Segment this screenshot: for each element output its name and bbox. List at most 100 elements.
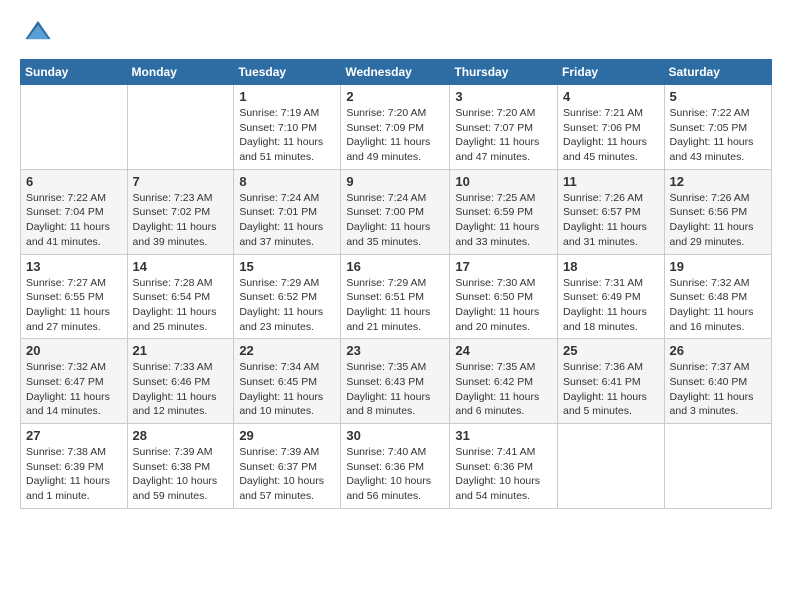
- day-number: 25: [563, 343, 659, 358]
- day-number: 5: [670, 89, 766, 104]
- column-header-tuesday: Tuesday: [234, 60, 341, 85]
- calendar-cell: 6 Sunrise: 7:22 AMSunset: 7:04 PMDaylight…: [21, 169, 128, 254]
- day-info: Sunrise: 7:29 AMSunset: 6:51 PMDaylight:…: [346, 276, 444, 335]
- day-info: Sunrise: 7:31 AMSunset: 6:49 PMDaylight:…: [563, 276, 659, 335]
- day-number: 19: [670, 259, 766, 274]
- calendar-cell: [558, 424, 665, 509]
- page: SundayMondayTuesdayWednesdayThursdayFrid…: [0, 0, 792, 612]
- day-number: 3: [455, 89, 552, 104]
- calendar-cell: 9 Sunrise: 7:24 AMSunset: 7:00 PMDaylight…: [341, 169, 450, 254]
- calendar-cell: 15Sunrise: 7:29 AMSunset: 6:52 PMDayligh…: [234, 254, 341, 339]
- calendar-week-1: 1 Sunrise: 7:19 AMSunset: 7:10 PMDaylight…: [21, 85, 772, 170]
- column-header-sunday: Sunday: [21, 60, 128, 85]
- calendar-week-2: 6 Sunrise: 7:22 AMSunset: 7:04 PMDaylight…: [21, 169, 772, 254]
- day-info: Sunrise: 7:23 AMSunset: 7:02 PMDaylight:…: [133, 191, 229, 250]
- day-info: Sunrise: 7:27 AMSunset: 6:55 PMDaylight:…: [26, 276, 122, 335]
- day-number: 13: [26, 259, 122, 274]
- day-info: Sunrise: 7:25 AMSunset: 6:59 PMDaylight:…: [455, 191, 552, 250]
- calendar-cell: 17 Sunrise: 7:30 AMSunset: 6:50 PMDayligh…: [450, 254, 558, 339]
- calendar-cell: 22 Sunrise: 7:34 AMSunset: 6:45 PMDayligh…: [234, 339, 341, 424]
- calendar-cell: 11 Sunrise: 7:26 AMSunset: 6:57 PMDayligh…: [558, 169, 665, 254]
- day-number: 6: [26, 174, 122, 189]
- day-info: Sunrise: 7:34 AMSunset: 6:45 PMDaylight:…: [239, 360, 335, 419]
- day-info: Sunrise: 7:21 AMSunset: 7:06 PMDaylight:…: [563, 106, 659, 165]
- day-info: Sunrise: 7:20 AMSunset: 7:09 PMDaylight:…: [346, 106, 444, 165]
- calendar-week-5: 27Sunrise: 7:38 AMSunset: 6:39 PMDayligh…: [21, 424, 772, 509]
- day-number: 2: [346, 89, 444, 104]
- calendar-cell: 5 Sunrise: 7:22 AMSunset: 7:05 PMDaylight…: [664, 85, 771, 170]
- day-info: Sunrise: 7:32 AMSunset: 6:48 PMDaylight:…: [670, 276, 766, 335]
- day-info: Sunrise: 7:30 AMSunset: 6:50 PMDaylight:…: [455, 276, 552, 335]
- calendar-cell: 4 Sunrise: 7:21 AMSunset: 7:06 PMDaylight…: [558, 85, 665, 170]
- column-header-friday: Friday: [558, 60, 665, 85]
- calendar-cell: 1 Sunrise: 7:19 AMSunset: 7:10 PMDaylight…: [234, 85, 341, 170]
- day-number: 28: [133, 428, 229, 443]
- day-info: Sunrise: 7:28 AMSunset: 6:54 PMDaylight:…: [133, 276, 229, 335]
- calendar-cell: 29 Sunrise: 7:39 AMSunset: 6:37 PMDayligh…: [234, 424, 341, 509]
- day-number: 18: [563, 259, 659, 274]
- day-number: 22: [239, 343, 335, 358]
- day-info: Sunrise: 7:19 AMSunset: 7:10 PMDaylight:…: [239, 106, 335, 165]
- header: [20, 16, 772, 49]
- day-info: Sunrise: 7:32 AMSunset: 6:47 PMDaylight:…: [26, 360, 122, 419]
- day-number: 30: [346, 428, 444, 443]
- column-header-wednesday: Wednesday: [341, 60, 450, 85]
- column-header-saturday: Saturday: [664, 60, 771, 85]
- calendar-cell: 26 Sunrise: 7:37 AMSunset: 6:40 PMDayligh…: [664, 339, 771, 424]
- day-number: 26: [670, 343, 766, 358]
- calendar-cell: 14 Sunrise: 7:28 AMSunset: 6:54 PMDayligh…: [127, 254, 234, 339]
- day-info: Sunrise: 7:38 AMSunset: 6:39 PMDaylight:…: [26, 445, 122, 504]
- calendar-cell: 21 Sunrise: 7:33 AMSunset: 6:46 PMDayligh…: [127, 339, 234, 424]
- logo: [20, 16, 54, 49]
- calendar-cell: 30 Sunrise: 7:40 AMSunset: 6:36 PMDayligh…: [341, 424, 450, 509]
- calendar-week-4: 20 Sunrise: 7:32 AMSunset: 6:47 PMDayligh…: [21, 339, 772, 424]
- day-number: 1: [239, 89, 335, 104]
- calendar-cell: 12Sunrise: 7:26 AMSunset: 6:56 PMDayligh…: [664, 169, 771, 254]
- calendar-cell: 2 Sunrise: 7:20 AMSunset: 7:09 PMDaylight…: [341, 85, 450, 170]
- day-number: 15: [239, 259, 335, 274]
- day-info: Sunrise: 7:24 AMSunset: 7:00 PMDaylight:…: [346, 191, 444, 250]
- day-number: 10: [455, 174, 552, 189]
- day-info: Sunrise: 7:26 AMSunset: 6:57 PMDaylight:…: [563, 191, 659, 250]
- day-number: 21: [133, 343, 229, 358]
- day-info: Sunrise: 7:24 AMSunset: 7:01 PMDaylight:…: [239, 191, 335, 250]
- day-number: 20: [26, 343, 122, 358]
- calendar-header-row: SundayMondayTuesdayWednesdayThursdayFrid…: [21, 60, 772, 85]
- day-number: 4: [563, 89, 659, 104]
- day-info: Sunrise: 7:37 AMSunset: 6:40 PMDaylight:…: [670, 360, 766, 419]
- column-header-monday: Monday: [127, 60, 234, 85]
- day-number: 16: [346, 259, 444, 274]
- calendar-cell: 13 Sunrise: 7:27 AMSunset: 6:55 PMDayligh…: [21, 254, 128, 339]
- calendar-cell: 25 Sunrise: 7:36 AMSunset: 6:41 PMDayligh…: [558, 339, 665, 424]
- day-number: 14: [133, 259, 229, 274]
- day-info: Sunrise: 7:20 AMSunset: 7:07 PMDaylight:…: [455, 106, 552, 165]
- day-info: Sunrise: 7:39 AMSunset: 6:37 PMDaylight:…: [239, 445, 335, 504]
- calendar-cell: 20 Sunrise: 7:32 AMSunset: 6:47 PMDayligh…: [21, 339, 128, 424]
- day-info: Sunrise: 7:40 AMSunset: 6:36 PMDaylight:…: [346, 445, 444, 504]
- calendar-cell: 10 Sunrise: 7:25 AMSunset: 6:59 PMDayligh…: [450, 169, 558, 254]
- calendar-cell: 18 Sunrise: 7:31 AMSunset: 6:49 PMDayligh…: [558, 254, 665, 339]
- calendar-cell: 28 Sunrise: 7:39 AMSunset: 6:38 PMDayligh…: [127, 424, 234, 509]
- calendar-table: SundayMondayTuesdayWednesdayThursdayFrid…: [20, 59, 772, 509]
- calendar-cell: 3 Sunrise: 7:20 AMSunset: 7:07 PMDaylight…: [450, 85, 558, 170]
- calendar-cell: 19 Sunrise: 7:32 AMSunset: 6:48 PMDayligh…: [664, 254, 771, 339]
- calendar-cell: 8 Sunrise: 7:24 AMSunset: 7:01 PMDaylight…: [234, 169, 341, 254]
- calendar-cell: 7 Sunrise: 7:23 AMSunset: 7:02 PMDaylight…: [127, 169, 234, 254]
- day-info: Sunrise: 7:22 AMSunset: 7:04 PMDaylight:…: [26, 191, 122, 250]
- day-number: 11: [563, 174, 659, 189]
- day-info: Sunrise: 7:33 AMSunset: 6:46 PMDaylight:…: [133, 360, 229, 419]
- day-number: 9: [346, 174, 444, 189]
- day-info: Sunrise: 7:22 AMSunset: 7:05 PMDaylight:…: [670, 106, 766, 165]
- day-number: 8: [239, 174, 335, 189]
- day-number: 29: [239, 428, 335, 443]
- day-info: Sunrise: 7:41 AMSunset: 6:36 PMDaylight:…: [455, 445, 552, 504]
- day-number: 12: [670, 174, 766, 189]
- day-number: 17: [455, 259, 552, 274]
- day-number: 7: [133, 174, 229, 189]
- day-info: Sunrise: 7:39 AMSunset: 6:38 PMDaylight:…: [133, 445, 229, 504]
- calendar-cell: [664, 424, 771, 509]
- day-number: 24: [455, 343, 552, 358]
- day-info: Sunrise: 7:36 AMSunset: 6:41 PMDaylight:…: [563, 360, 659, 419]
- day-info: Sunrise: 7:35 AMSunset: 6:42 PMDaylight:…: [455, 360, 552, 419]
- calendar-cell: [21, 85, 128, 170]
